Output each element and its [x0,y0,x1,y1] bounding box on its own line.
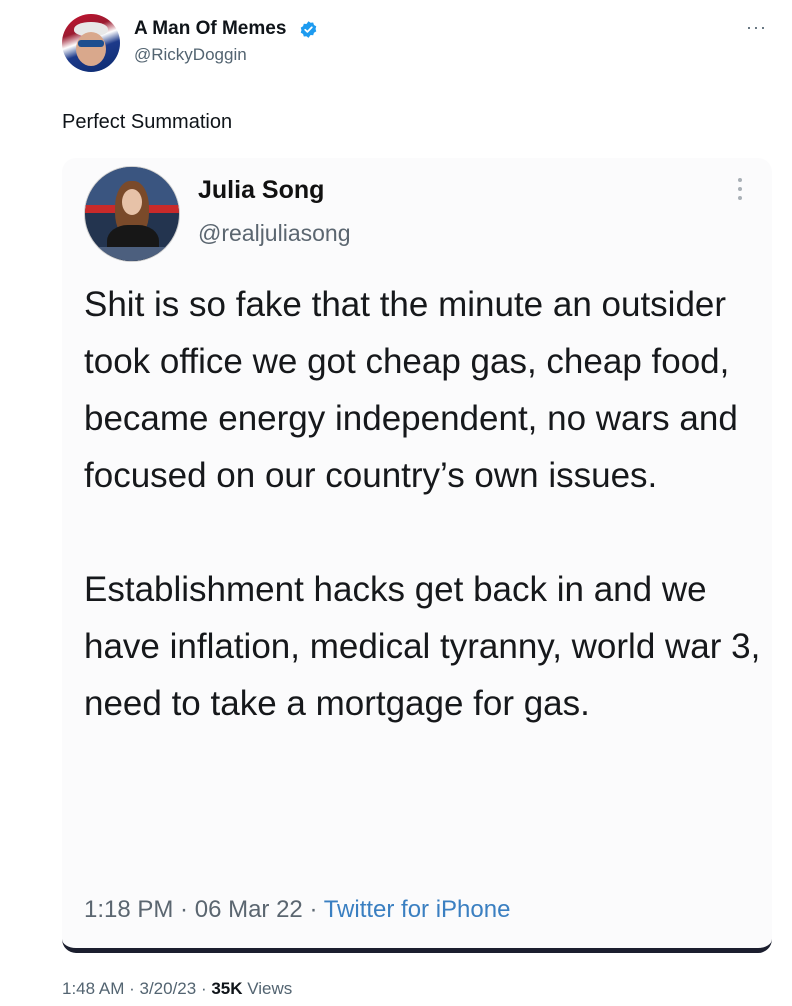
avatar-face [76,32,106,66]
views-count[interactable]: 35K [211,979,242,998]
avatar-desk [85,247,179,261]
meta-separator: · [124,979,140,998]
avatar-face [122,189,142,215]
meta-separator: · [302,896,324,923]
views-label[interactable]: Views [247,979,292,998]
tweet-time[interactable]: 1:48 AM [62,979,124,998]
embedded-author-avatar [84,166,180,262]
verified-badge-icon [300,21,317,38]
embedded-time: 1:18 PM [84,896,174,923]
meta-separator: · [173,896,195,923]
tweet-meta: 1:48 AM · 3/20/23 · 35K Views [62,979,292,999]
tweet-date[interactable]: 3/20/23 [139,979,196,998]
meta-separator: · [196,979,212,998]
embedded-source-link: Twitter for iPhone [323,896,511,923]
embedded-tweet-screenshot[interactable]: Julia Song @realjuliasong Shit is so fak… [62,158,772,953]
author-avatar[interactable] [62,14,120,72]
avatar-sunglasses [78,40,104,47]
author-name[interactable]: A Man Of Memes [134,18,286,40]
more-horizontal-icon[interactable]: ··· [746,18,768,40]
embedded-tweet-body: Shit is so fake that the minute an outsi… [84,276,764,732]
embedded-paragraph: Establishment hacks get back in and we h… [84,570,761,723]
embedded-date: 06 Mar 22 [194,896,303,923]
tweet-text: Perfect Summation [62,111,233,133]
embedded-tweet-meta: 1:18 PM · 06 Mar 22 · Twitter for iPhone [84,896,510,924]
author-handle[interactable]: @RickyDoggin [134,45,247,65]
embedded-author-name: Julia Song [198,176,325,204]
more-vertical-icon [736,178,744,206]
embedded-author-handle: @realjuliasong [198,220,351,246]
embedded-paragraph: Shit is so fake that the minute an outsi… [84,285,738,495]
tweet-header: A Man Of Memes @RickyDoggin ··· [62,12,776,76]
